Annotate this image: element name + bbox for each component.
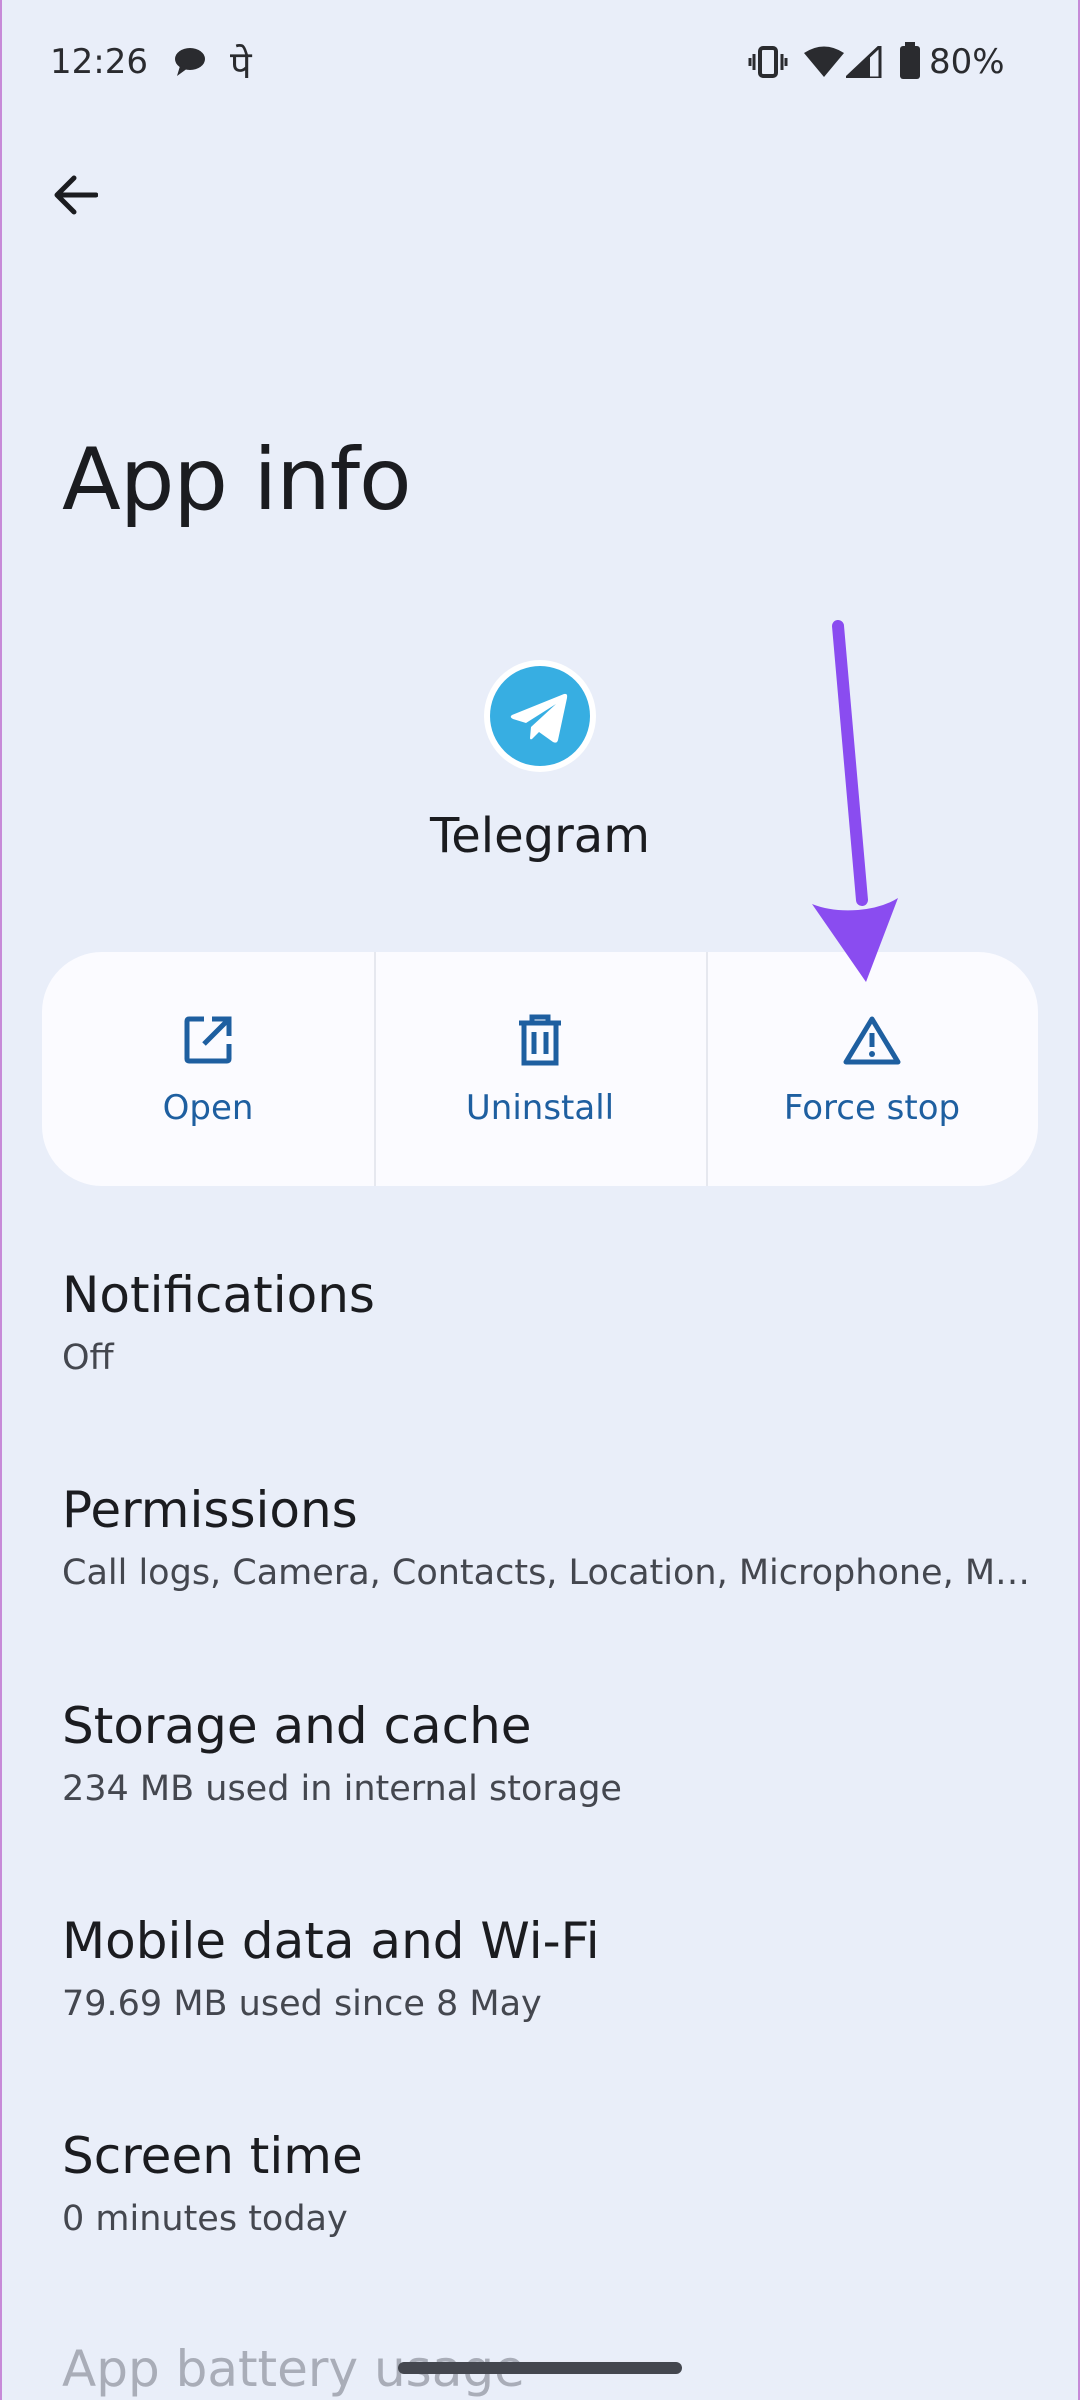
arrow-left-icon <box>54 175 98 215</box>
chat-icon <box>172 46 208 82</box>
battery-icon <box>898 42 922 84</box>
status-time: 12:26 <box>50 42 148 82</box>
status-bar: 12:26 पे 80% <box>0 0 1080 130</box>
item-title: Screen time <box>62 2127 363 2185</box>
telegram-icon <box>482 658 598 774</box>
vibrate-icon <box>748 46 788 82</box>
item-subtitle: 79.69 MB used since 8 May <box>62 1984 542 2024</box>
open-external-icon <box>178 1010 238 1070</box>
uninstall-label: Uninstall <box>465 1088 615 1128</box>
battery-percent: 80% <box>929 42 1005 82</box>
app-name: Telegram <box>430 808 650 864</box>
open-button[interactable]: Open <box>42 952 374 1186</box>
mobile-data-item[interactable]: Mobile data and Wi-Fi 79.69 MB used sinc… <box>62 1912 1032 2024</box>
uninstall-button[interactable]: Uninstall <box>374 952 706 1186</box>
screen-frame <box>0 0 1080 2400</box>
screen-time-item[interactable]: Screen time 0 minutes today <box>62 2127 1032 2239</box>
hindi-keyboard-icon: पे <box>230 43 252 87</box>
signal-icon <box>842 42 882 82</box>
annotation-arrow <box>812 620 898 982</box>
item-title: Permissions <box>62 1481 358 1539</box>
open-label: Open <box>162 1088 254 1128</box>
item-subtitle: Off <box>62 1338 114 1378</box>
item-title: Notifications <box>62 1266 375 1324</box>
wifi-icon <box>804 46 844 82</box>
warning-triangle-icon <box>842 1010 902 1070</box>
storage-item[interactable]: Storage and cache 234 MB used in interna… <box>62 1697 1032 1809</box>
item-title: Storage and cache <box>62 1697 532 1755</box>
page-title: App info <box>62 430 412 530</box>
item-title: Mobile data and Wi-Fi <box>62 1912 600 1970</box>
item-subtitle: Call logs, Camera, Contacts, Location, M… <box>62 1553 1032 1593</box>
item-subtitle: 0 minutes today <box>62 2199 348 2239</box>
notifications-item[interactable]: Notifications Off <box>62 1266 1032 1378</box>
permissions-item[interactable]: Permissions Call logs, Camera, Contacts,… <box>62 1481 1032 1593</box>
home-indicator[interactable] <box>398 2362 682 2374</box>
trash-icon <box>510 1010 570 1070</box>
item-subtitle: 234 MB used in internal storage <box>62 1769 622 1809</box>
back-button[interactable] <box>40 160 110 230</box>
force-stop-label: Force stop <box>783 1088 961 1128</box>
